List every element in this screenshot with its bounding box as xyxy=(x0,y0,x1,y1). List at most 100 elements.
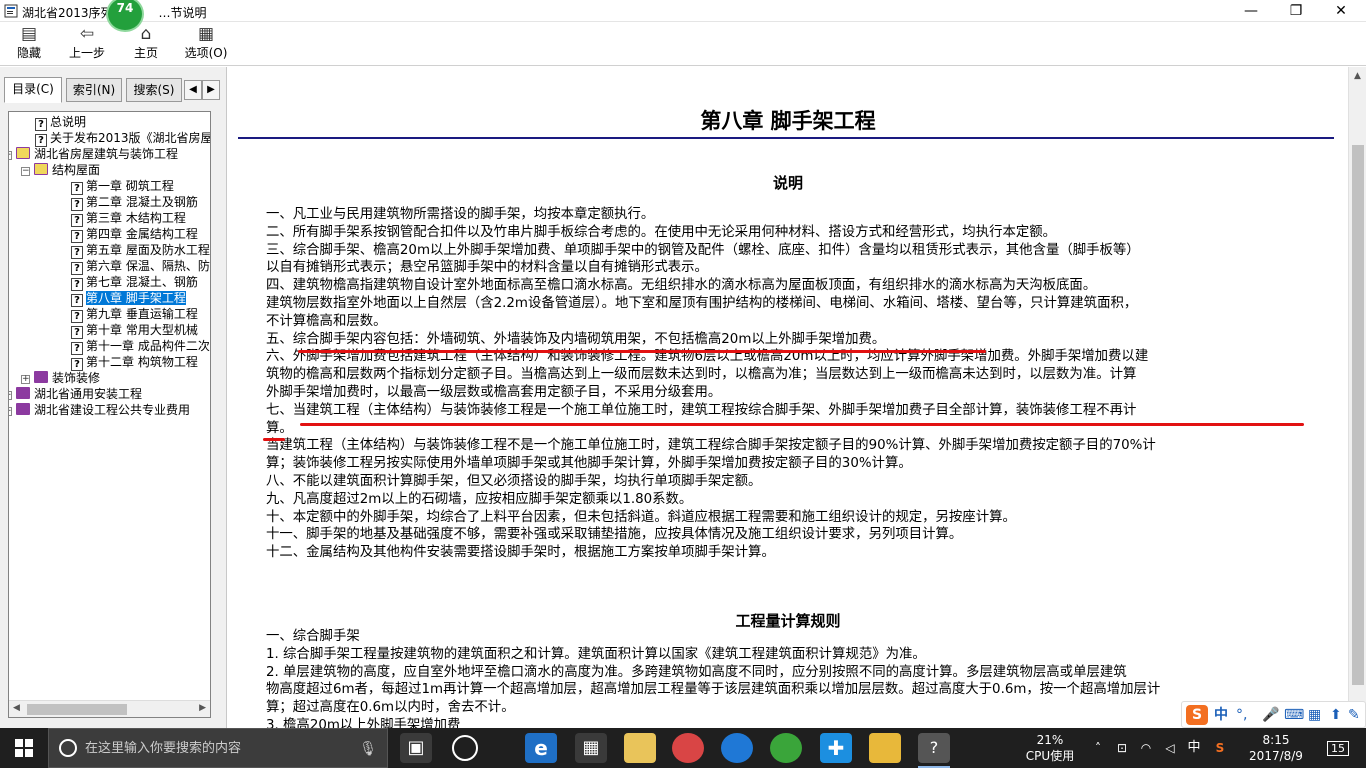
chevron-up-icon[interactable]: ˄ xyxy=(1088,728,1108,768)
tree-horizontal-scrollbar[interactable]: ◀ ▶ xyxy=(9,700,210,717)
tree-item[interactable]: ? 第三章 木结构工程 xyxy=(71,210,186,227)
tree-item-label: 装饰装修 xyxy=(52,371,101,385)
text-line: 2. 单层建筑物的高度，应自室外地坪至檐口滴水的高度为准。多跨建筑物如高度不同时… xyxy=(266,664,1127,680)
app-plus-icon[interactable]: ✚ xyxy=(820,733,852,763)
expand-icon[interactable]: + xyxy=(9,391,12,400)
content-vertical-scrollbar[interactable]: ▲ ▼ xyxy=(1348,67,1366,728)
red-underline-annotation xyxy=(263,438,285,441)
nav-tabs: 目录(C) 索引(N) 搜索(S) ◀ ▶ xyxy=(4,77,224,103)
tools-icon[interactable]: ✎ xyxy=(1348,705,1360,725)
text-line: 算；超过高度在0.6m以内时，舍去不计。 xyxy=(266,700,515,716)
notification-center-icon[interactable]: 15 xyxy=(1324,728,1352,768)
windows-logo-icon xyxy=(15,739,33,757)
store-icon[interactable]: ▦ xyxy=(575,733,607,763)
tree-item-label: 湖北省房屋建筑与装饰工程 xyxy=(34,147,179,161)
tree-item-label: 第三章 木结构工程 xyxy=(86,211,186,225)
tree-item[interactable]: ? 第八章 脚手架工程 xyxy=(71,290,186,307)
text-line: 十、本定额中的外脚手架，均综合了上料平台因素，但未包括斜道。斜道应根据工程需要和… xyxy=(266,509,1016,525)
sogou-tray-icon[interactable]: S xyxy=(1210,728,1230,768)
scroll-right-icon[interactable]: ▶ xyxy=(199,703,206,713)
text-line: 十一、脚手架的地基及基础强度不够，需要补强或采取铺垫措施，应按具体情况及施工组织… xyxy=(266,527,963,543)
scroll-left-icon[interactable]: ◀ xyxy=(13,703,20,713)
task-view-icon[interactable]: ▣ xyxy=(400,733,432,763)
tree-item[interactable]: ? 第五章 屋面及防水工程 xyxy=(71,242,210,259)
tree-item[interactable]: ? 第四章 金属结构工程 xyxy=(71,226,198,243)
microphone-icon[interactable]: 🎙 xyxy=(359,729,377,768)
content-scroll-thumb[interactable] xyxy=(1352,145,1364,685)
microphone-icon[interactable]: 🎤 xyxy=(1262,705,1279,725)
keyboard-icon[interactable]: ⌨ xyxy=(1284,705,1304,725)
collapse-icon[interactable]: − xyxy=(21,167,30,176)
expand-icon[interactable]: + xyxy=(9,407,12,416)
tree-item[interactable]: ? 第七章 混凝土、钢筋 xyxy=(71,274,198,291)
volume-icon[interactable]: ◁ xyxy=(1160,728,1180,768)
app-notes-icon[interactable] xyxy=(869,733,901,763)
tree-item-label: 第十一章 成品构件二次 xyxy=(86,339,210,353)
minimize-button[interactable]: — xyxy=(1228,0,1274,22)
ime-punct-toggle[interactable]: °, xyxy=(1236,705,1247,725)
scroll-thumb[interactable] xyxy=(27,704,127,715)
text-line: 七、当建筑工程（主体结构）与装饰装修工程是一个施工单位施工时，建筑工程按综合脚手… xyxy=(266,402,1137,418)
contents-tree: ?总说明?关于发布2013版《湖北省房屋−湖北省房屋建筑与装饰工程−结构屋面?第… xyxy=(8,111,211,718)
expand-icon[interactable]: + xyxy=(21,375,30,384)
scroll-up-icon[interactable]: ▲ xyxy=(1354,71,1361,81)
tree-item[interactable]: + 湖北省通用安装工程 xyxy=(9,386,143,402)
tree-item[interactable]: ? 第十一章 成品构件二次 xyxy=(71,338,210,355)
tree-item[interactable]: + 装饰装修 xyxy=(21,370,100,386)
collapse-icon[interactable]: − xyxy=(9,151,12,160)
tree-item[interactable]: ? 第一章 砌筑工程 xyxy=(71,178,174,195)
tree-item[interactable]: ? 第六章 保温、隔热、防 xyxy=(71,258,210,275)
tab-index[interactable]: 索引(N) xyxy=(66,78,122,102)
app-glodon-red-icon[interactable] xyxy=(672,733,704,763)
ime-language-indicator[interactable]: 中 xyxy=(1184,728,1204,768)
tree-item[interactable]: ? 总说明 xyxy=(35,114,86,131)
tree-item[interactable]: ? 关于发布2013版《湖北省房屋 xyxy=(35,130,210,147)
tree-item[interactable]: − 湖北省房屋建筑与装饰工程 xyxy=(9,146,179,162)
back-button[interactable]: ⇦ 上一步 xyxy=(62,24,112,64)
restore-button[interactable]: ❐ xyxy=(1273,0,1319,22)
text-line: 二、所有脚手架系按钢管配合扣件以及竹串片脚手板综合考虑的。在使用中无论采用何种材… xyxy=(266,224,1057,240)
wifi-icon[interactable]: ◠ xyxy=(1136,728,1156,768)
ime-toolbar[interactable]: S 中 °, 🎤 ⌨ ▦ ⬆ ✎ xyxy=(1181,701,1366,728)
app-glodon-blue-icon[interactable] xyxy=(721,733,753,763)
tab-search[interactable]: 搜索(S) xyxy=(126,78,182,102)
cpu-usage[interactable]: 21% CPU使用 xyxy=(1022,728,1078,768)
app-green-icon[interactable] xyxy=(770,733,802,763)
tree-item-label: 第八章 脚手架工程 xyxy=(86,291,186,305)
skin-icon[interactable]: ▦ xyxy=(1308,705,1321,725)
tree-item-label: 第七章 混凝土、钢筋 xyxy=(86,275,198,289)
app-360-icon[interactable] xyxy=(452,735,478,761)
help-app-taskbar-icon[interactable]: ? xyxy=(918,733,950,768)
tree-item[interactable]: ? 第十二章 构筑物工程 xyxy=(71,354,198,371)
tree-item[interactable]: ? 第二章 混凝土及钢筋 xyxy=(71,194,198,211)
tree-item-label: 湖北省建设工程公共专业费用 xyxy=(34,403,191,417)
close-button[interactable]: ✕ xyxy=(1318,0,1364,22)
taskbar-search[interactable]: 在这里输入你要搜索的内容 🎙 xyxy=(48,728,388,768)
options-button[interactable]: ▦ 选项(O) xyxy=(180,24,232,64)
tree-item-label: 湖北省通用安装工程 xyxy=(34,387,143,401)
tree-item[interactable]: − 结构屋面 xyxy=(21,162,100,178)
network-icon[interactable]: ⊡ xyxy=(1112,728,1132,768)
tab-contents[interactable]: 目录(C) xyxy=(4,77,62,103)
start-button[interactable] xyxy=(0,728,48,768)
ime-lang-toggle[interactable]: 中 xyxy=(1214,705,1228,725)
open-book-icon xyxy=(34,163,48,175)
tree-item[interactable]: ? 第九章 垂直运输工程 xyxy=(71,306,198,323)
tree-item-label: 第十二章 构筑物工程 xyxy=(86,355,198,369)
upload-icon[interactable]: ⬆ xyxy=(1330,705,1342,725)
chapter-title: 第八章 脚手架工程 xyxy=(700,108,876,133)
book-icon xyxy=(16,403,30,415)
clock[interactable]: 8:15 2017/8/9 xyxy=(1238,728,1314,768)
text-line: 四、建筑物檐高指建筑物自设计室外地面标高至檐口滴水标高。无组织排水的滴水标高为屋… xyxy=(266,278,1097,294)
text-line: 物高度超过6m者，每超过1m再计算一个超高增加层，超高增加层工程量等于该层建筑面… xyxy=(266,682,1161,698)
file-explorer-icon[interactable] xyxy=(624,733,656,763)
tab-scroll-left-icon[interactable]: ◀ xyxy=(184,80,202,100)
hide-pane-icon: ▤ xyxy=(20,24,38,44)
tree-item[interactable]: ? 第十章 常用大型机械 xyxy=(71,322,198,339)
tree-item[interactable]: + 湖北省建设工程公共专业费用 xyxy=(9,402,191,418)
tree-item-label: 结构屋面 xyxy=(52,163,101,177)
tab-scroll-right-icon[interactable]: ▶ xyxy=(202,80,220,100)
edge-browser-icon[interactable]: e xyxy=(525,733,557,763)
hide-button[interactable]: ▤ 隐藏 xyxy=(4,24,54,64)
windows-taskbar: 在这里输入你要搜索的内容 🎙 ▣ e ▦ ✚ ? 21% CPU使用 ˄ ⊡ ◠… xyxy=(0,728,1366,768)
